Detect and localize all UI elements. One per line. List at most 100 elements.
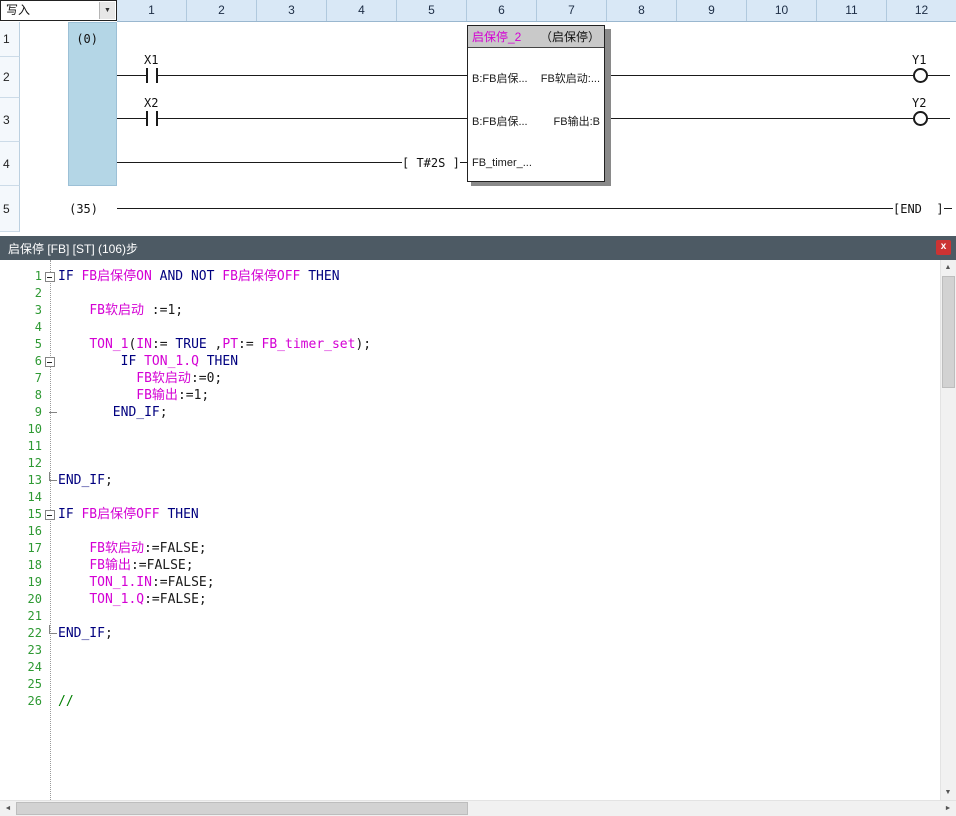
code-line-22[interactable]: 22END_IF; [4, 625, 956, 642]
line-number: 12 [4, 455, 42, 472]
code-line-5[interactable]: 5 TON_1(IN:= TRUE ,PT:= FB_timer_set); [4, 336, 956, 353]
rung-selection-band [68, 22, 117, 186]
row-number-4: 4 [0, 142, 20, 186]
code-line-11[interactable]: 11 [4, 438, 956, 455]
code-line-6[interactable]: 6 IF TON_1.Q THEN [4, 353, 956, 370]
mode-dropdown[interactable]: 写入 ▼ [0, 0, 117, 21]
scroll-left-button[interactable]: ◄ [0, 801, 16, 816]
coil-y1-label: Y1 [912, 53, 926, 67]
code-line-25[interactable]: 25 [4, 676, 956, 693]
wire [611, 118, 913, 119]
code-line-9[interactable]: 9 END_IF; [4, 404, 956, 421]
fb-pin-row: FB_timer_... [472, 157, 600, 169]
horizontal-scroll-thumb[interactable] [16, 802, 468, 815]
line-number: 17 [4, 540, 42, 557]
fold-gutter [42, 438, 58, 455]
line-number: 25 [4, 676, 42, 693]
fold-gutter [42, 319, 58, 336]
code-line-10[interactable]: 10 [4, 421, 956, 438]
line-number: 5 [4, 336, 42, 353]
code-text: // [58, 693, 74, 710]
code-line-13[interactable]: 13END_IF; [4, 472, 956, 489]
line-number: 1 [4, 268, 42, 285]
line-number: 23 [4, 642, 42, 659]
column-header-9: 9 [677, 0, 747, 21]
scroll-right-button[interactable]: ► [940, 801, 956, 816]
fold-gutter [42, 676, 58, 693]
code-line-14[interactable]: 14 [4, 489, 956, 506]
code-text: IF FB启保停ON AND NOT FB启保停OFF THEN [58, 268, 340, 285]
code-text: FB软启动 :=1; [58, 302, 183, 319]
code-line-1[interactable]: 1 IF FB启保停ON AND NOT FB启保停OFF THEN [4, 268, 956, 285]
contact-x2-label: X2 [144, 96, 158, 110]
fb-input-pin[interactable]: B:FB启保... [472, 70, 528, 86]
code-line-21[interactable]: 21 [4, 608, 956, 625]
wire [928, 75, 950, 76]
column-header-3: 3 [257, 0, 327, 21]
code-line-8[interactable]: 8 FB输出:=1; [4, 387, 956, 404]
fb-output-pin[interactable]: FB软启动:... [541, 70, 600, 86]
chevron-down-icon[interactable]: ▼ [99, 2, 115, 19]
contact-x2[interactable] [146, 111, 158, 126]
wire [117, 118, 146, 119]
close-button[interactable]: x [936, 240, 951, 255]
arrow-up-icon: ▲ [945, 264, 952, 271]
horizontal-scrollbar[interactable]: ◄ ► [0, 800, 956, 816]
fold-gutter [42, 455, 58, 472]
code-line-23[interactable]: 23 [4, 642, 956, 659]
fold-gutter [42, 557, 58, 574]
code-line-2[interactable]: 2 [4, 285, 956, 302]
fold-box-icon[interactable] [42, 353, 58, 370]
code-line-19[interactable]: 19 TON_1.IN:=FALSE; [4, 574, 956, 591]
fb-pin-rows: B:FB启保... FB软启动:... B:FB启保... FB输出:B FB_time… [468, 26, 604, 181]
code-line-3[interactable]: 3 FB软启动 :=1; [4, 302, 956, 319]
fb-input-pin[interactable]: FB_timer_... [472, 157, 532, 169]
fb-output-pin[interactable]: FB输出:B [554, 113, 600, 129]
line-number: 22 [4, 625, 42, 642]
arrow-left-icon: ◄ [5, 805, 12, 812]
ladder-row-numbers: 12345 [0, 22, 20, 232]
fold-gutter [42, 370, 58, 387]
fold-gutter [42, 642, 58, 659]
fold-gutter [42, 285, 58, 302]
code-line-17[interactable]: 17 FB软启动:=FALSE; [4, 540, 956, 557]
vertical-scrollbar[interactable]: ▲ ▼ [940, 260, 956, 800]
code-line-26[interactable]: 26 // [4, 693, 956, 710]
wire [611, 75, 913, 76]
code-line-15[interactable]: 15IF FB启保停OFF THEN [4, 506, 956, 523]
st-editor[interactable]: 1IF FB启保停ON AND NOT FB启保停OFF THEN23 FB软启… [0, 260, 956, 800]
code-line-24[interactable]: 24 [4, 659, 956, 676]
vertical-scroll-thumb[interactable] [942, 276, 955, 388]
code-line-18[interactable]: 18 FB输出:=FALSE; [4, 557, 956, 574]
code-line-16[interactable]: 16 [4, 523, 956, 540]
line-number: 7 [4, 370, 42, 387]
function-block[interactable]: 启保停_2 （启保停） B:FB启保...FB软启动:...B:FB启保...F… [467, 25, 605, 182]
end-instruction[interactable]: [END ] [893, 202, 944, 216]
scroll-up-button[interactable]: ▲ [940, 260, 956, 275]
timer-operand[interactable]: [ T#2S ] [402, 156, 460, 170]
fold-gutter [42, 693, 58, 710]
line-number: 8 [4, 387, 42, 404]
fold-gutter [42, 387, 58, 404]
line-number: 9 [4, 404, 42, 421]
fold-box-icon[interactable] [42, 506, 58, 523]
fb-pin-row: B:FB启保... FB输出:B [472, 113, 600, 129]
fold-box-icon[interactable] [42, 268, 58, 285]
code-text: FB输出:=FALSE; [58, 557, 194, 574]
fold-gutter [42, 302, 58, 319]
line-number: 26 [4, 693, 42, 710]
code-line-4[interactable]: 4 [4, 319, 956, 336]
column-header-10: 10 [747, 0, 817, 21]
line-number: 11 [4, 438, 42, 455]
code-line-12[interactable]: 12 [4, 455, 956, 472]
contact-x1[interactable] [146, 68, 158, 83]
step-number-label-top: (0) [66, 32, 98, 46]
st-window-titlebar[interactable]: 启保停 [FB] [ST] (106)步 x [0, 236, 956, 260]
code-text: TON_1.Q:=FALSE; [58, 591, 207, 608]
code-line-7[interactable]: 7 FB软启动:=0; [4, 370, 956, 387]
coil-y2[interactable] [913, 111, 928, 126]
fb-input-pin[interactable]: B:FB启保... [472, 113, 528, 129]
scroll-down-button[interactable]: ▼ [940, 785, 956, 800]
coil-y1[interactable] [913, 68, 928, 83]
code-line-20[interactable]: 20 TON_1.Q:=FALSE; [4, 591, 956, 608]
